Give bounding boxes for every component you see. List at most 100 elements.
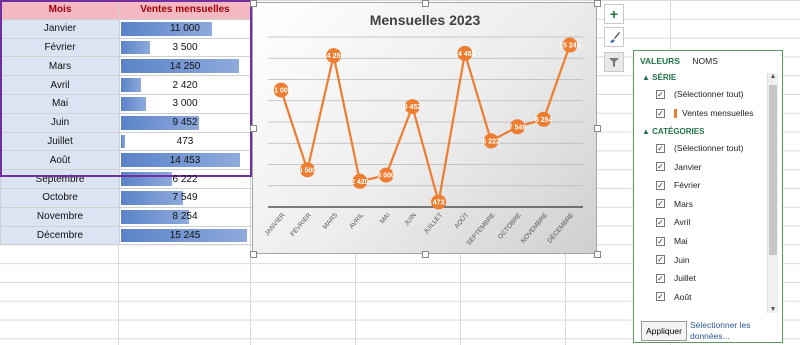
checkbox[interactable]: ✓ xyxy=(656,292,665,302)
series-swatch xyxy=(674,108,677,118)
chart-styles-button[interactable] xyxy=(604,27,624,47)
ventes-cell[interactable]: 473 xyxy=(119,131,251,152)
resize-handle[interactable] xyxy=(594,251,601,258)
table-row: Janvier 11 000 xyxy=(0,18,251,39)
mois-cell[interactable]: Juillet xyxy=(0,131,120,152)
resize-handle[interactable] xyxy=(250,125,257,132)
checkbox[interactable]: ✓ xyxy=(656,89,665,99)
category-item[interactable]: ✓ (Sélectionner tout) xyxy=(656,141,743,155)
scroll-thumb[interactable] xyxy=(769,85,777,255)
chart-elements-button[interactable]: + xyxy=(604,4,624,24)
mois-cell[interactable]: Juin xyxy=(0,112,120,133)
mois-cell[interactable]: Janvier xyxy=(0,18,120,39)
ventes-cell[interactable]: 9 452 xyxy=(119,112,251,133)
tab-valeurs[interactable]: VALEURS xyxy=(640,56,680,66)
resize-handle[interactable] xyxy=(422,251,429,258)
mois-cell[interactable]: Novembre xyxy=(0,206,120,227)
ventes-cell[interactable]: 3 500 xyxy=(119,37,251,58)
resize-handle[interactable] xyxy=(594,0,601,7)
section-serie[interactable]: ▲ SÉRIE xyxy=(642,73,676,82)
data-label: 9 452 xyxy=(404,104,422,111)
ventes-cell[interactable]: 14 250 xyxy=(119,56,251,77)
mois-cell[interactable]: Mars xyxy=(0,56,120,77)
x-tick-label: NOVEMBRE xyxy=(520,211,550,245)
line-chart[interactable]: Mensuelles 2023 11 000 3 500 14 250 2 420 3 0… xyxy=(252,2,597,254)
mois-cell[interactable]: Septembre xyxy=(0,169,120,189)
ventes-cell[interactable]: 8 254 xyxy=(119,206,251,227)
checkbox[interactable]: ✓ xyxy=(656,180,665,190)
table-row: Décembre 15 245 xyxy=(0,225,251,246)
ventes-cell[interactable]: 15 245 xyxy=(119,225,251,246)
checkbox[interactable]: ✓ xyxy=(656,236,665,246)
filter-icon xyxy=(609,58,619,67)
chart-filter-pane: VALEURS NOMS ▲ SÉRIE ✓ (Sélectionner tout… xyxy=(633,50,783,343)
ventes-cell[interactable]: 3 000 xyxy=(119,93,251,114)
ventes-value: 3 000 xyxy=(172,98,198,110)
mois-cell[interactable]: Février xyxy=(0,37,120,58)
ventes-cell[interactable]: 2 420 xyxy=(119,75,251,95)
checkbox[interactable]: ✓ xyxy=(656,162,665,172)
scroll-up-icon[interactable]: ▲ xyxy=(768,73,778,80)
checkbox[interactable]: ✓ xyxy=(656,199,665,209)
data-bar xyxy=(121,134,125,149)
resize-handle[interactable] xyxy=(422,0,429,7)
table-row: Septembre 6 222 xyxy=(0,169,251,189)
resize-handle[interactable] xyxy=(250,0,257,7)
mois-cell[interactable]: Août xyxy=(0,150,120,171)
checkbox[interactable]: ✓ xyxy=(656,217,665,227)
select-data-link[interactable]: Sélectionner les données... xyxy=(690,320,770,342)
ventes-value: 11 000 xyxy=(170,23,200,35)
checkbox[interactable]: ✓ xyxy=(656,143,665,153)
category-item[interactable]: ✓ Août xyxy=(656,290,692,304)
category-item[interactable]: ✓ Juillet xyxy=(656,271,696,285)
x-tick-label: DÉCEMBRE xyxy=(545,210,576,245)
apply-button[interactable]: Appliquer xyxy=(641,321,687,341)
mois-cell[interactable]: Décembre xyxy=(0,225,120,246)
data-label: 3 000 xyxy=(377,173,395,180)
x-tick-label: AVRIL xyxy=(348,211,365,230)
serie-item[interactable]: ✓ Ventes mensuelles xyxy=(656,106,753,120)
ventes-cell[interactable]: 14 453 xyxy=(119,150,251,171)
data-bar xyxy=(121,40,150,55)
checkbox[interactable]: ✓ xyxy=(656,255,665,265)
ventes-cell[interactable]: 7 549 xyxy=(119,187,251,208)
data-label: 2 420 xyxy=(351,179,369,186)
pane-scrollbar[interactable]: ▲ ▼ xyxy=(767,73,778,313)
table-row: Août 14 453 xyxy=(0,150,251,171)
section-categories[interactable]: ▲ CATÉGORIES xyxy=(642,127,704,136)
header-mois[interactable]: Mois xyxy=(0,0,120,20)
ventes-cell[interactable]: 11 000 xyxy=(119,18,251,39)
header-ventes[interactable]: Ventes mensuelles xyxy=(119,0,251,20)
category-item[interactable]: ✓ Mars xyxy=(656,197,693,211)
data-bar xyxy=(121,172,173,186)
mois-cell[interactable]: Avril xyxy=(0,75,120,95)
category-item[interactable]: ✓ Avril xyxy=(656,215,690,229)
serie-item[interactable]: ✓ (Sélectionner tout) xyxy=(656,87,743,101)
chart-title: Mensuelles 2023 xyxy=(370,12,481,28)
ventes-value: 7 549 xyxy=(172,192,198,204)
category-item[interactable]: ✓ Janvier xyxy=(656,160,701,174)
scroll-down-icon[interactable]: ▼ xyxy=(768,306,778,313)
data-label: 8 254 xyxy=(535,117,553,124)
ventes-cell[interactable]: 6 222 xyxy=(119,169,251,189)
checkbox[interactable]: ✓ xyxy=(656,108,665,118)
category-item[interactable]: ✓ Février xyxy=(656,178,700,192)
category-item[interactable]: ✓ Juin xyxy=(656,253,690,267)
data-label: 6 222 xyxy=(482,138,500,145)
tab-noms[interactable]: NOMS xyxy=(692,56,718,66)
data-label: 11 000 xyxy=(271,88,292,95)
table-row: Février 3 500 xyxy=(0,37,251,58)
data-label: 15 245 xyxy=(559,43,581,50)
checkbox[interactable]: ✓ xyxy=(656,273,665,283)
data-bar xyxy=(121,96,146,111)
mois-cell[interactable]: Mai xyxy=(0,93,120,114)
plus-icon: + xyxy=(609,6,619,22)
chart-filters-button[interactable] xyxy=(604,52,624,72)
category-item[interactable]: ✓ Mai xyxy=(656,234,688,248)
resize-handle[interactable] xyxy=(594,125,601,132)
table-row: Juillet 473 xyxy=(0,131,251,152)
table-row: Mars 14 250 xyxy=(0,56,251,77)
resize-handle[interactable] xyxy=(250,251,257,258)
mois-cell[interactable]: Octobre xyxy=(0,187,120,208)
ventes-value: 14 250 xyxy=(169,60,201,72)
